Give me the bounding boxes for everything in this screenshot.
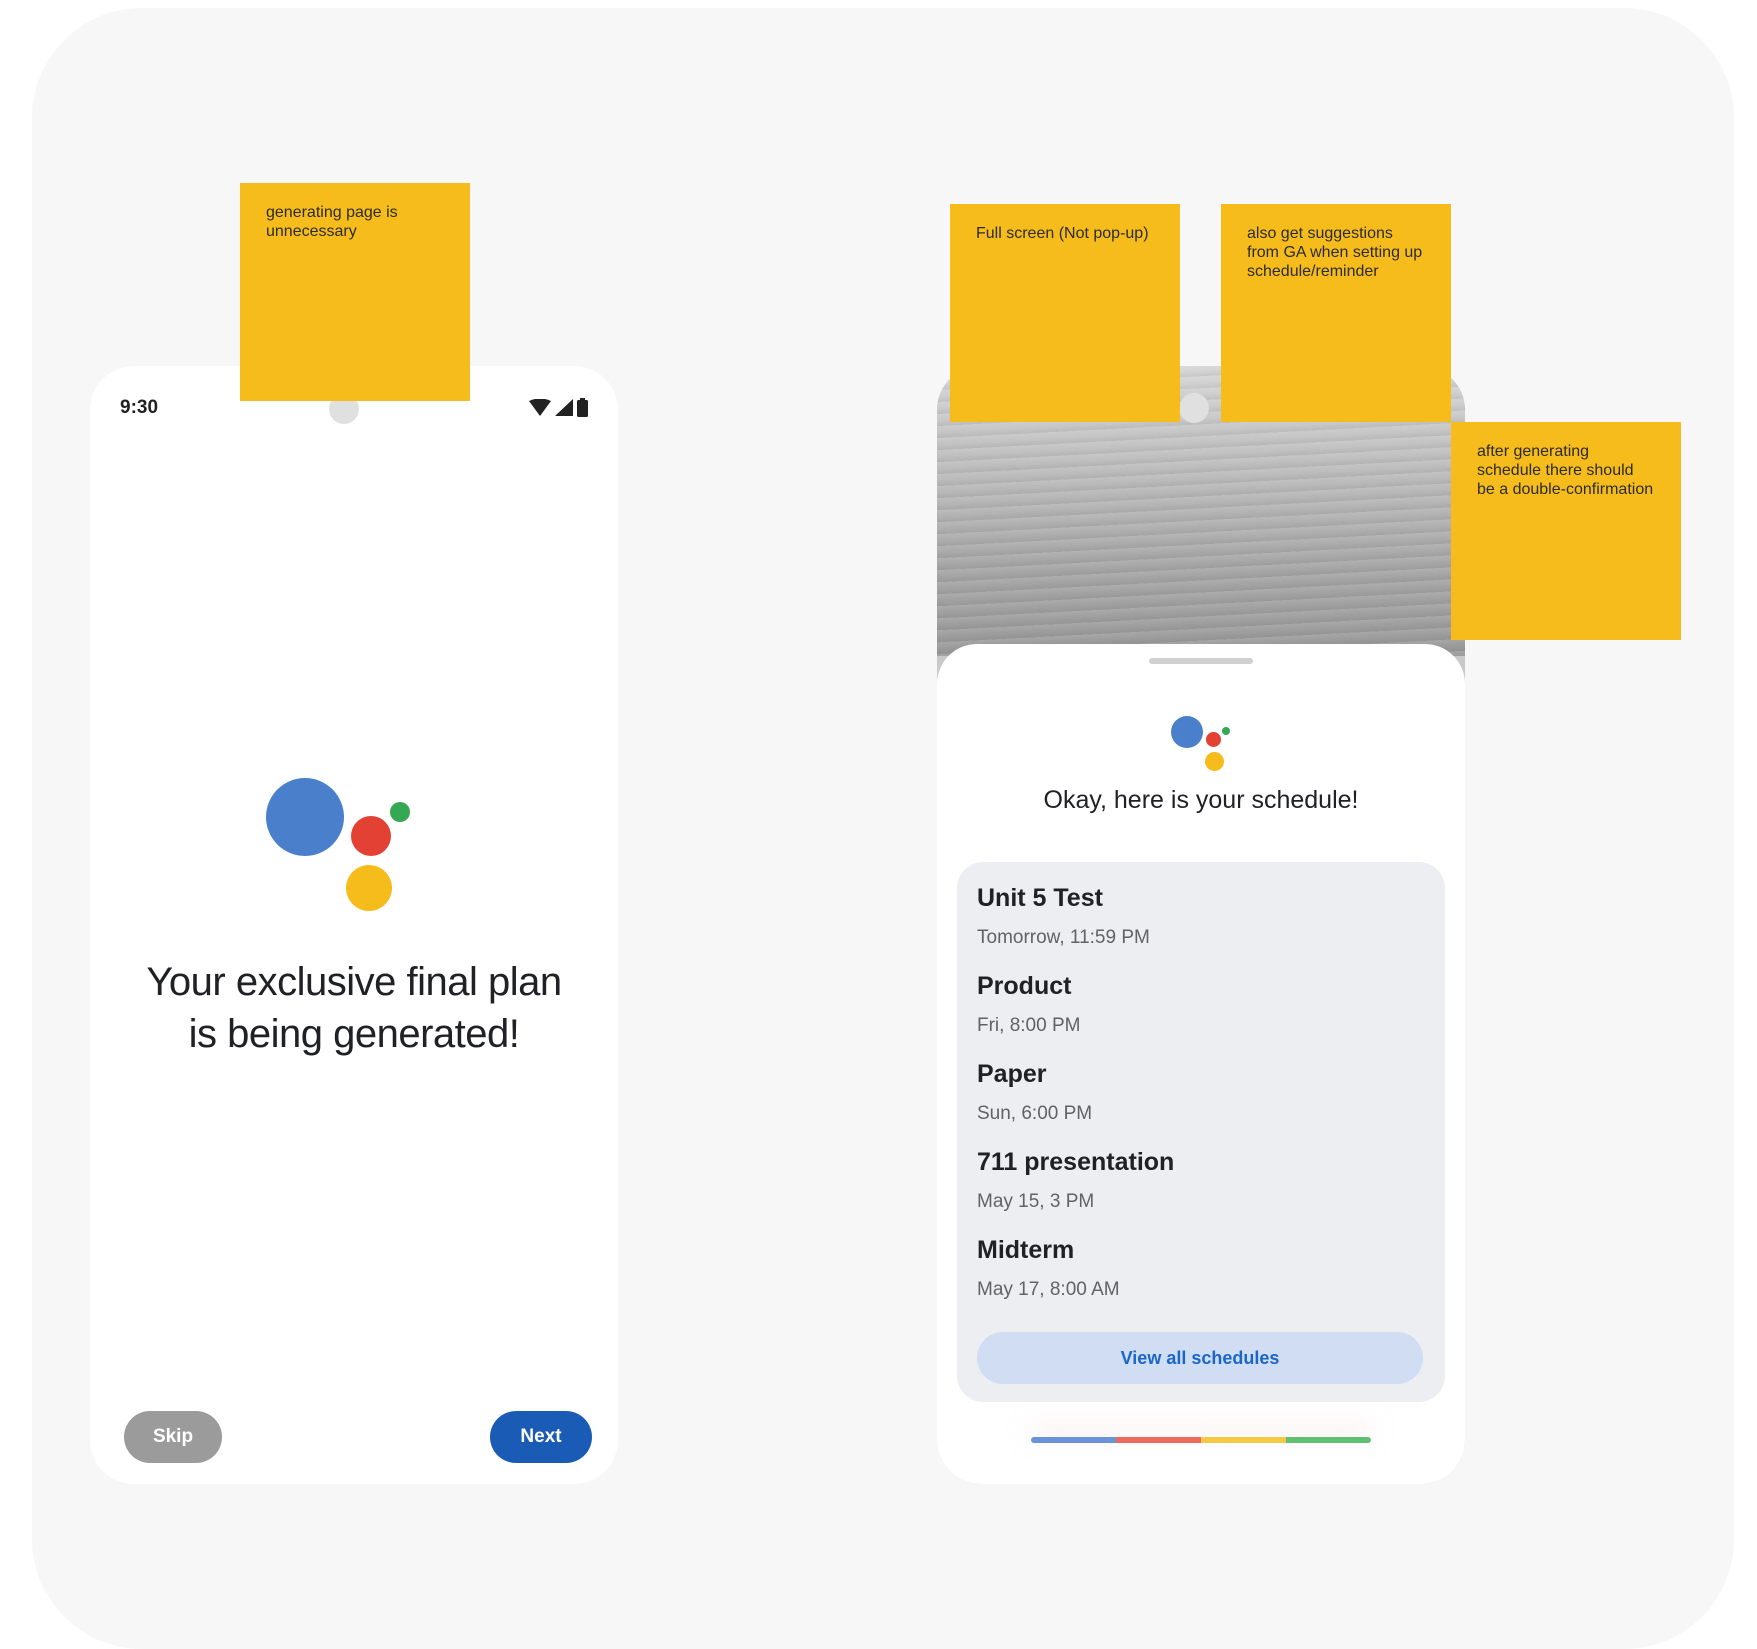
list-item[interactable]: Unit 5 Test Tomorrow, 11:59 PM <box>977 884 1150 949</box>
assistant-dot-green <box>390 802 410 822</box>
signal-icon <box>555 398 573 416</box>
skip-button[interactable]: Skip <box>124 1411 222 1463</box>
sticky-note-full-screen: Full screen (Not pop-up) <box>950 204 1180 422</box>
status-time: 9:30 <box>120 397 159 418</box>
sticky-note-suggestions: also get suggestions from GA when settin… <box>1221 204 1451 422</box>
status-icons <box>529 398 588 417</box>
camera-cutout <box>1179 393 1209 423</box>
assistant-dot-red <box>1206 732 1221 747</box>
view-all-schedules-button[interactable]: View all schedules <box>977 1332 1423 1384</box>
list-item[interactable]: Product Fri, 8:00 PM <box>977 972 1080 1037</box>
assistant-dot-green <box>1222 727 1230 735</box>
assistant-dot-blue <box>266 778 344 856</box>
assistant-dot-red <box>351 816 391 856</box>
schedule-list-card: Unit 5 Test Tomorrow, 11:59 PM Product F… <box>957 862 1445 1402</box>
list-item[interactable]: 711 presentation May 15, 3 PM <box>977 1148 1174 1213</box>
wifi-icon <box>529 398 551 416</box>
list-item[interactable]: Paper Sun, 6:00 PM <box>977 1060 1092 1125</box>
phone-schedule-screen: Okay, here is your schedule! Unit 5 Test… <box>937 366 1465 1484</box>
sticky-note-generating: generating page is unnecessary <box>240 183 470 401</box>
sheet-drag-handle[interactable] <box>1149 658 1253 664</box>
battery-icon <box>577 398 588 417</box>
generating-headline: Your exclusive final plan is being gener… <box>146 960 562 1056</box>
list-item[interactable]: Midterm May 17, 8:00 AM <box>977 1236 1120 1301</box>
phone-generating-screen: 9:30 Your exclusive final plan is being … <box>90 366 618 1484</box>
assistant-listening-bar <box>1031 1437 1371 1443</box>
schedule-bottom-sheet: Okay, here is your schedule! Unit 5 Test… <box>937 644 1465 1484</box>
schedule-title: Okay, here is your schedule! <box>1043 786 1359 814</box>
assistant-dot-blue <box>1171 716 1203 748</box>
next-button[interactable]: Next <box>490 1411 592 1463</box>
assistant-dot-yellow <box>346 865 392 911</box>
assistant-dot-yellow <box>1205 752 1224 771</box>
sticky-note-confirmation: after generating schedule there should b… <box>1451 422 1681 640</box>
